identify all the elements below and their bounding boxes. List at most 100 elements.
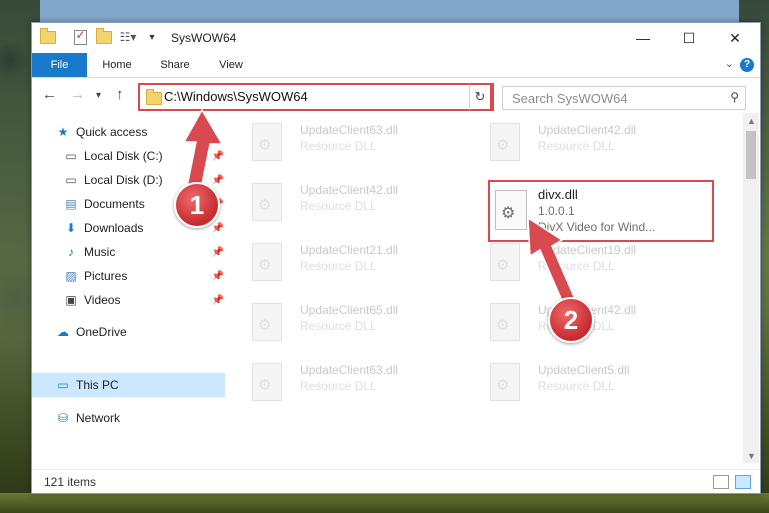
sidebar-item-pictures[interactable]: ▨ Pictures 📌 (64, 265, 224, 287)
up-arrow-icon[interactable]: ↑ (116, 86, 124, 103)
cloud-icon: ☁ (57, 325, 69, 339)
network-icon: ⛁ (57, 411, 69, 425)
dll-file-icon (252, 363, 282, 401)
sidebar-item-label: Quick access (76, 125, 148, 139)
file-type: Resource DLL (300, 199, 377, 213)
list-item[interactable]: UpdateClient65.dll Resource DLL (230, 295, 460, 349)
sidebar-item-label: Videos (84, 293, 121, 307)
expand-ribbon-icon[interactable]: ⌄ (725, 57, 734, 70)
computer-icon: ▭ (57, 378, 69, 392)
customize-toolbar-icon[interactable]: ☷▾ (118, 29, 138, 45)
sidebar-item-videos[interactable]: ▣ Videos 📌 (64, 289, 224, 311)
vertical-scrollbar[interactable]: ▲ ▼ (743, 113, 759, 463)
sidebar-item-label: This PC (76, 378, 119, 392)
close-button[interactable]: ✕ (712, 23, 758, 53)
dll-file-icon (490, 243, 520, 281)
tab-home[interactable]: Home (90, 53, 144, 77)
dll-file-icon (252, 123, 282, 161)
file-name: UpdateClient42.dll (300, 183, 399, 197)
list-item[interactable]: UpdateClient63.dll Resource DLL (230, 115, 460, 169)
sidebar-item-music[interactable]: ♪ Music 📌 (64, 241, 224, 263)
sidebar-item-label: Local Disk (D:) (84, 173, 163, 187)
minimize-button[interactable]: — (620, 23, 666, 53)
dll-file-icon (252, 183, 282, 221)
sidebar-item-this-pc[interactable]: ▭ This PC (56, 374, 226, 396)
sidebar-item-onedrive[interactable]: ☁ OneDrive (56, 321, 226, 343)
drive-icon: ▭ (65, 149, 77, 163)
list-item[interactable]: UpdateClient63.dll Resource DLL (230, 355, 460, 409)
dll-file-icon (252, 303, 282, 341)
pin-icon[interactable]: 📌 (212, 295, 224, 306)
file-name: UpdateClient63.dll (300, 123, 399, 137)
scrollbar-thumb[interactable] (746, 131, 756, 179)
dll-file-icon (490, 303, 520, 341)
address-bar[interactable]: C:\Windows\SysWOW64 ⌄ (138, 83, 494, 111)
help-icon[interactable]: ? (740, 58, 754, 72)
address-path: C:\Windows\SysWOW64 (164, 89, 308, 104)
dll-file-icon (490, 363, 520, 401)
search-icon: ⚲ (730, 90, 739, 104)
sidebar-item-label: Downloads (84, 221, 144, 235)
scroll-up-icon[interactable]: ▲ (747, 116, 756, 126)
file-type: Resource DLL (300, 139, 377, 153)
recent-locations-icon[interactable]: ▾ (96, 90, 101, 101)
sidebar-item-label: Pictures (84, 269, 128, 283)
list-item[interactable]: UpdateClient21.dll Resource DLL (230, 235, 460, 289)
maximize-button[interactable]: ☐ (666, 23, 712, 53)
quick-access-dropdown-icon[interactable]: ▾ (144, 29, 160, 45)
sidebar-item-network[interactable]: ⛁ Network (56, 407, 226, 429)
tab-share[interactable]: Share (148, 53, 202, 77)
refresh-button[interactable]: ↻ (469, 83, 492, 111)
title-bar: ☷▾ ▾ SysWOW64 — ☐ ✕ (32, 23, 760, 53)
pin-icon[interactable]: 📌 (212, 223, 224, 234)
file-type: Resource DLL (300, 379, 377, 393)
list-item[interactable]: UpdateClient42.dll Resource DLL (230, 175, 460, 229)
file-type: Resource DLL (300, 319, 377, 333)
item-count: 121 items (44, 475, 97, 489)
step2-badge: 2 (548, 297, 594, 343)
ribbon-tabs: File Home Share View ⌄ ? (32, 53, 760, 78)
sidebar-item-label: Documents (84, 197, 145, 211)
drive-icon: ▭ (65, 173, 77, 187)
folder-icon (146, 89, 162, 105)
scroll-down-icon[interactable]: ▼ (747, 451, 756, 461)
music-icon: ♪ (68, 245, 74, 259)
sidebar-item-label: OneDrive (76, 325, 127, 339)
desktop-background-ground (0, 493, 769, 513)
status-bar: 121 items (32, 469, 760, 493)
file-name: UpdateClient42.dll (538, 123, 637, 137)
file-name: UpdateClient5.dll (538, 363, 630, 377)
pin-icon[interactable]: 📌 (212, 271, 224, 282)
dll-file-icon (252, 243, 282, 281)
file-type: Resource DLL (538, 379, 615, 393)
pictures-icon: ▨ (65, 269, 77, 283)
file-name: UpdateClient63.dll (300, 363, 399, 377)
step1-badge: 1 (174, 182, 220, 228)
pin-icon[interactable]: 📌 (212, 247, 224, 258)
new-folder-icon[interactable] (96, 27, 112, 45)
videos-icon: ▣ (65, 293, 77, 307)
tab-view[interactable]: View (204, 53, 258, 77)
sidebar-item-label: Music (84, 245, 116, 259)
file-name: UpdateClient65.dll (300, 303, 399, 317)
forward-arrow-icon[interactable]: → (70, 86, 85, 103)
large-icons-view-icon[interactable] (735, 475, 751, 489)
list-item[interactable]: UpdateClient42.dll Resource DLL (468, 115, 698, 169)
file-explorer-window: ☷▾ ▾ SysWOW64 — ☐ ✕ File Home Share View… (31, 22, 761, 494)
window-title: SysWOW64 (171, 31, 237, 45)
file-type: Resource DLL (300, 259, 377, 273)
details-view-icon[interactable] (713, 475, 729, 489)
search-input[interactable]: Search SysWOW64 ⚲ (502, 86, 746, 110)
list-item[interactable]: UpdateClient5.dll Resource DLL (468, 355, 698, 409)
folder-icon (40, 27, 56, 45)
navigation-bar: ← → ▾ ↑ C:\Windows\SysWOW64 ⌄ ↻ Search S… (32, 78, 760, 112)
back-arrow-icon[interactable]: ← (42, 86, 57, 103)
download-icon: ⬇ (65, 221, 77, 235)
tab-file[interactable]: File (32, 53, 87, 77)
sidebar-item-label: Local Disk (C:) (84, 149, 163, 163)
sidebar-item-label: Network (76, 411, 121, 425)
properties-icon[interactable] (72, 28, 88, 45)
file-name: divx.dll (538, 187, 578, 202)
search-placeholder: Search SysWOW64 (512, 91, 628, 106)
dll-file-icon (490, 123, 520, 161)
